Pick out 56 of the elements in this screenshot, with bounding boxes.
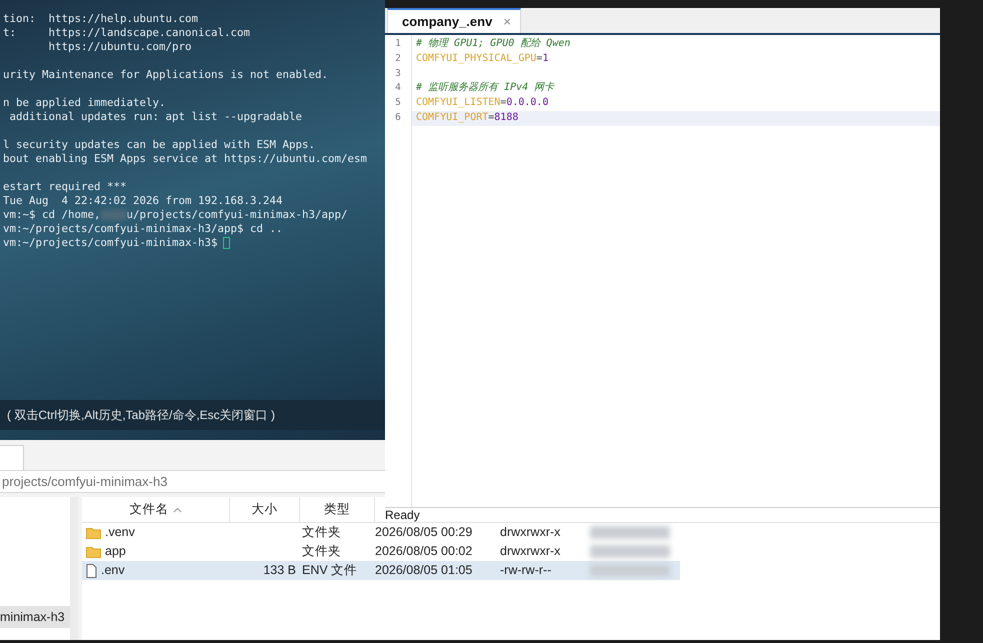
tree-item[interactable]: minimax-h3 [0,606,70,628]
code-line: COMFYUI_PHYSICAL_GPU=1 [415,52,550,66]
line-number: 2 [394,52,402,66]
terminal-line: bout enabling ESM Apps service at https://ubuntu.com/esm [3,152,368,166]
terminal-line: n be applied immediately. [3,96,166,110]
terminal-prompt: vm:~/projects/comfyui-minimax-h3$ [3,236,218,250]
column-header[interactable]: 大小 [230,497,300,522]
close-button[interactable]: × [503,12,511,32]
terminal-line: t: https://landscape.canonical.com [3,26,250,40]
file-permissions: drwxrwxr-x [500,543,560,560]
line-number: 1 [394,37,402,51]
terminal-line: estart required *** [3,180,127,194]
terminal-line: vm:~$ cd /home, [3,208,101,222]
folder-tab[interactable] [0,445,24,470]
file-name: .venv [105,524,135,542]
code-line: COMFYUI_LISTEN=0.0.0.0 [415,96,550,110]
column-header[interactable]: 类型 [300,497,375,522]
terminal-line: u/projects/comfyui-minimax-h3/app/ [126,208,348,222]
terminal-line: https://ubuntu.com/pro [48,40,192,54]
file-tab[interactable]: company_.env × [387,8,521,33]
file-permissions: -rw-rw-r-- [500,562,552,580]
terminal-line: l security updates can be applied with ESM Apps. [3,138,316,152]
pane-splitter[interactable] [70,497,78,640]
file-name: .env [101,562,125,580]
terminal-line: urity Maintenance for Applications is not enabled. [3,68,328,82]
terminal-hint: ( 双击Ctrl切换,Alt历史,Tab路径/命令,Esc关闭窗口 ) [7,407,276,424]
file-modified: 2026/08/05 01:05 [375,562,472,580]
terminal-line: tion: https://help.ubuntu.com [3,12,198,26]
file-row[interactable]: .env 133 B ENV 文件 2026/08/05 01:05 -rw-rw-r-- [82,561,680,580]
line-number: 6 [394,110,402,125]
line-number: 5 [394,96,402,110]
file-modified: 2026/08/05 00:29 [375,524,472,542]
status-bar: Ready [385,507,940,522]
file-row[interactable]: app 文件夹 2026/08/05 00:02 drwxrwxr-x [82,542,680,561]
terminal-line: Tue Aug 4 22:42:02 2026 from 192.168.3.244 [3,194,283,208]
code-line: # 物理 GPU1; GPU0 配给 Qwen [415,37,572,51]
folder-icon [86,526,101,538]
file-row[interactable]: .venv 文件夹 2026/08/05 00:29 drwxrwxr-x [82,523,680,542]
path-field[interactable]: projects/comfyui-minimax-h3 [0,470,385,493]
folder-icon [86,546,101,558]
file-type: ENV 文件 [302,562,358,580]
line-number: 4 [394,81,402,96]
file-permissions: drwxrwxr-x [500,524,560,542]
file-name: app [105,543,126,560]
terminal-line: additional updates run: apt list --upgradable [8,110,302,124]
sort-ascending-icon [172,506,182,512]
code-line: # 监听服务器所有 IPv4 网卡 [415,81,556,96]
file-icon [86,564,97,578]
redacted-area [100,210,127,220]
file-type: 文件夹 [302,524,341,542]
file-modified: 2026/08/05 00:02 [375,543,472,560]
terminal-line: vm:~/projects/comfyui-minimax-h3/app$ cd .. [3,222,283,236]
file-type: 文件夹 [302,543,341,560]
file-size: 133 B [263,562,296,580]
line-number: 3 [394,66,402,81]
column-header[interactable]: 文件名 [82,497,230,522]
